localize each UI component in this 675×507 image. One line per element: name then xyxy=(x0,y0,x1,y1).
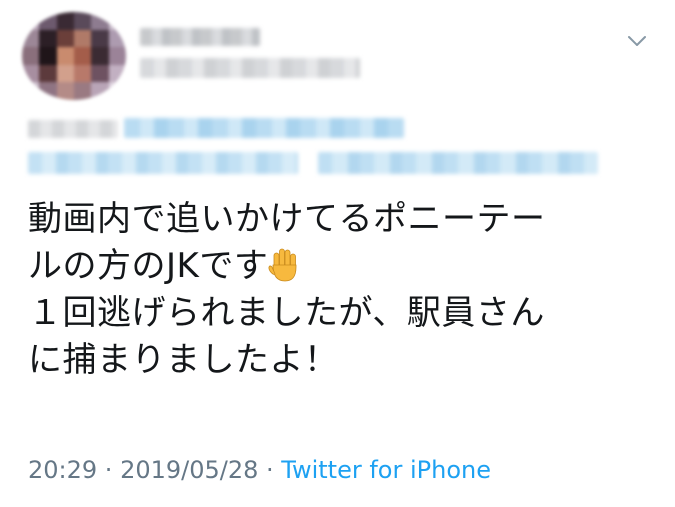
separator: · xyxy=(258,456,282,484)
redacted-reply-mention[interactable] xyxy=(124,118,404,138)
tweet-text-line: に捕まりましたよ！ xyxy=(28,340,339,380)
redacted-username[interactable] xyxy=(140,58,360,78)
separator: · xyxy=(97,456,121,484)
redacted-display-name[interactable] xyxy=(140,28,260,46)
tweet-text-line: ルの方のJKです xyxy=(28,246,269,286)
redacted-reply-mention[interactable] xyxy=(318,152,598,174)
tweet-source-link[interactable]: Twitter for iPhone xyxy=(281,456,491,484)
tweet-text: 動画内で追いかけてるポニーテー ルの方のJKです １回逃げられましたが、駅員さん… xyxy=(28,196,648,384)
tweet-text-line: １回逃げられましたが、駅員さん xyxy=(28,293,545,333)
tweet-time[interactable]: 20:29 xyxy=(28,456,97,484)
tweet-text-line: 動画内で追いかけてるポニーテー xyxy=(28,199,546,239)
avatar[interactable] xyxy=(22,12,126,100)
tweet-meta: 20:29 · 2019/05/28 · Twitter for iPhone xyxy=(28,455,491,485)
redacted-reply-mention[interactable] xyxy=(28,152,298,174)
tweet: 動画内で追いかけてるポニーテー ルの方のJKです １回逃げられましたが、駅員さん… xyxy=(0,0,675,507)
chevron-down-icon[interactable] xyxy=(626,30,648,52)
raised-hand-icon xyxy=(268,248,297,282)
redacted-replying-to-label xyxy=(28,120,118,138)
tweet-date[interactable]: 2019/05/28 xyxy=(120,456,258,484)
